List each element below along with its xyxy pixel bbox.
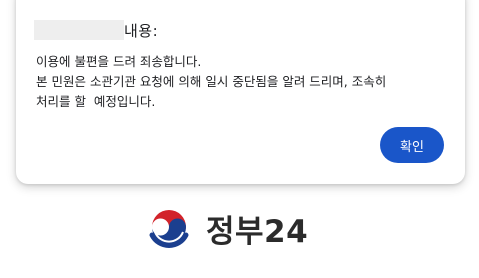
dialog-title: 내용: — [124, 21, 159, 40]
gov24-logo: 정부24 — [146, 203, 308, 253]
taegeuk-emblem-icon — [149, 210, 189, 249]
alert-dialog: 내용: 이용에 불편을 드려 죄송합니다. 본 민원은 소관기관 요청에 의해 … — [16, 0, 465, 184]
logo-text: 정부24 — [206, 213, 309, 250]
confirm-button[interactable]: 확인 — [380, 127, 444, 163]
page: 내용: 이용에 불편을 드려 죄송합니다. 본 민원은 소관기관 요청에 의해 … — [0, 0, 479, 278]
dialog-message: 이용에 불편을 드려 죄송합니다. 본 민원은 소관기관 요청에 의해 일시 중… — [36, 54, 387, 109]
redacted-title-block — [34, 20, 124, 40]
dialog-title-row: 내용: — [34, 20, 158, 40]
